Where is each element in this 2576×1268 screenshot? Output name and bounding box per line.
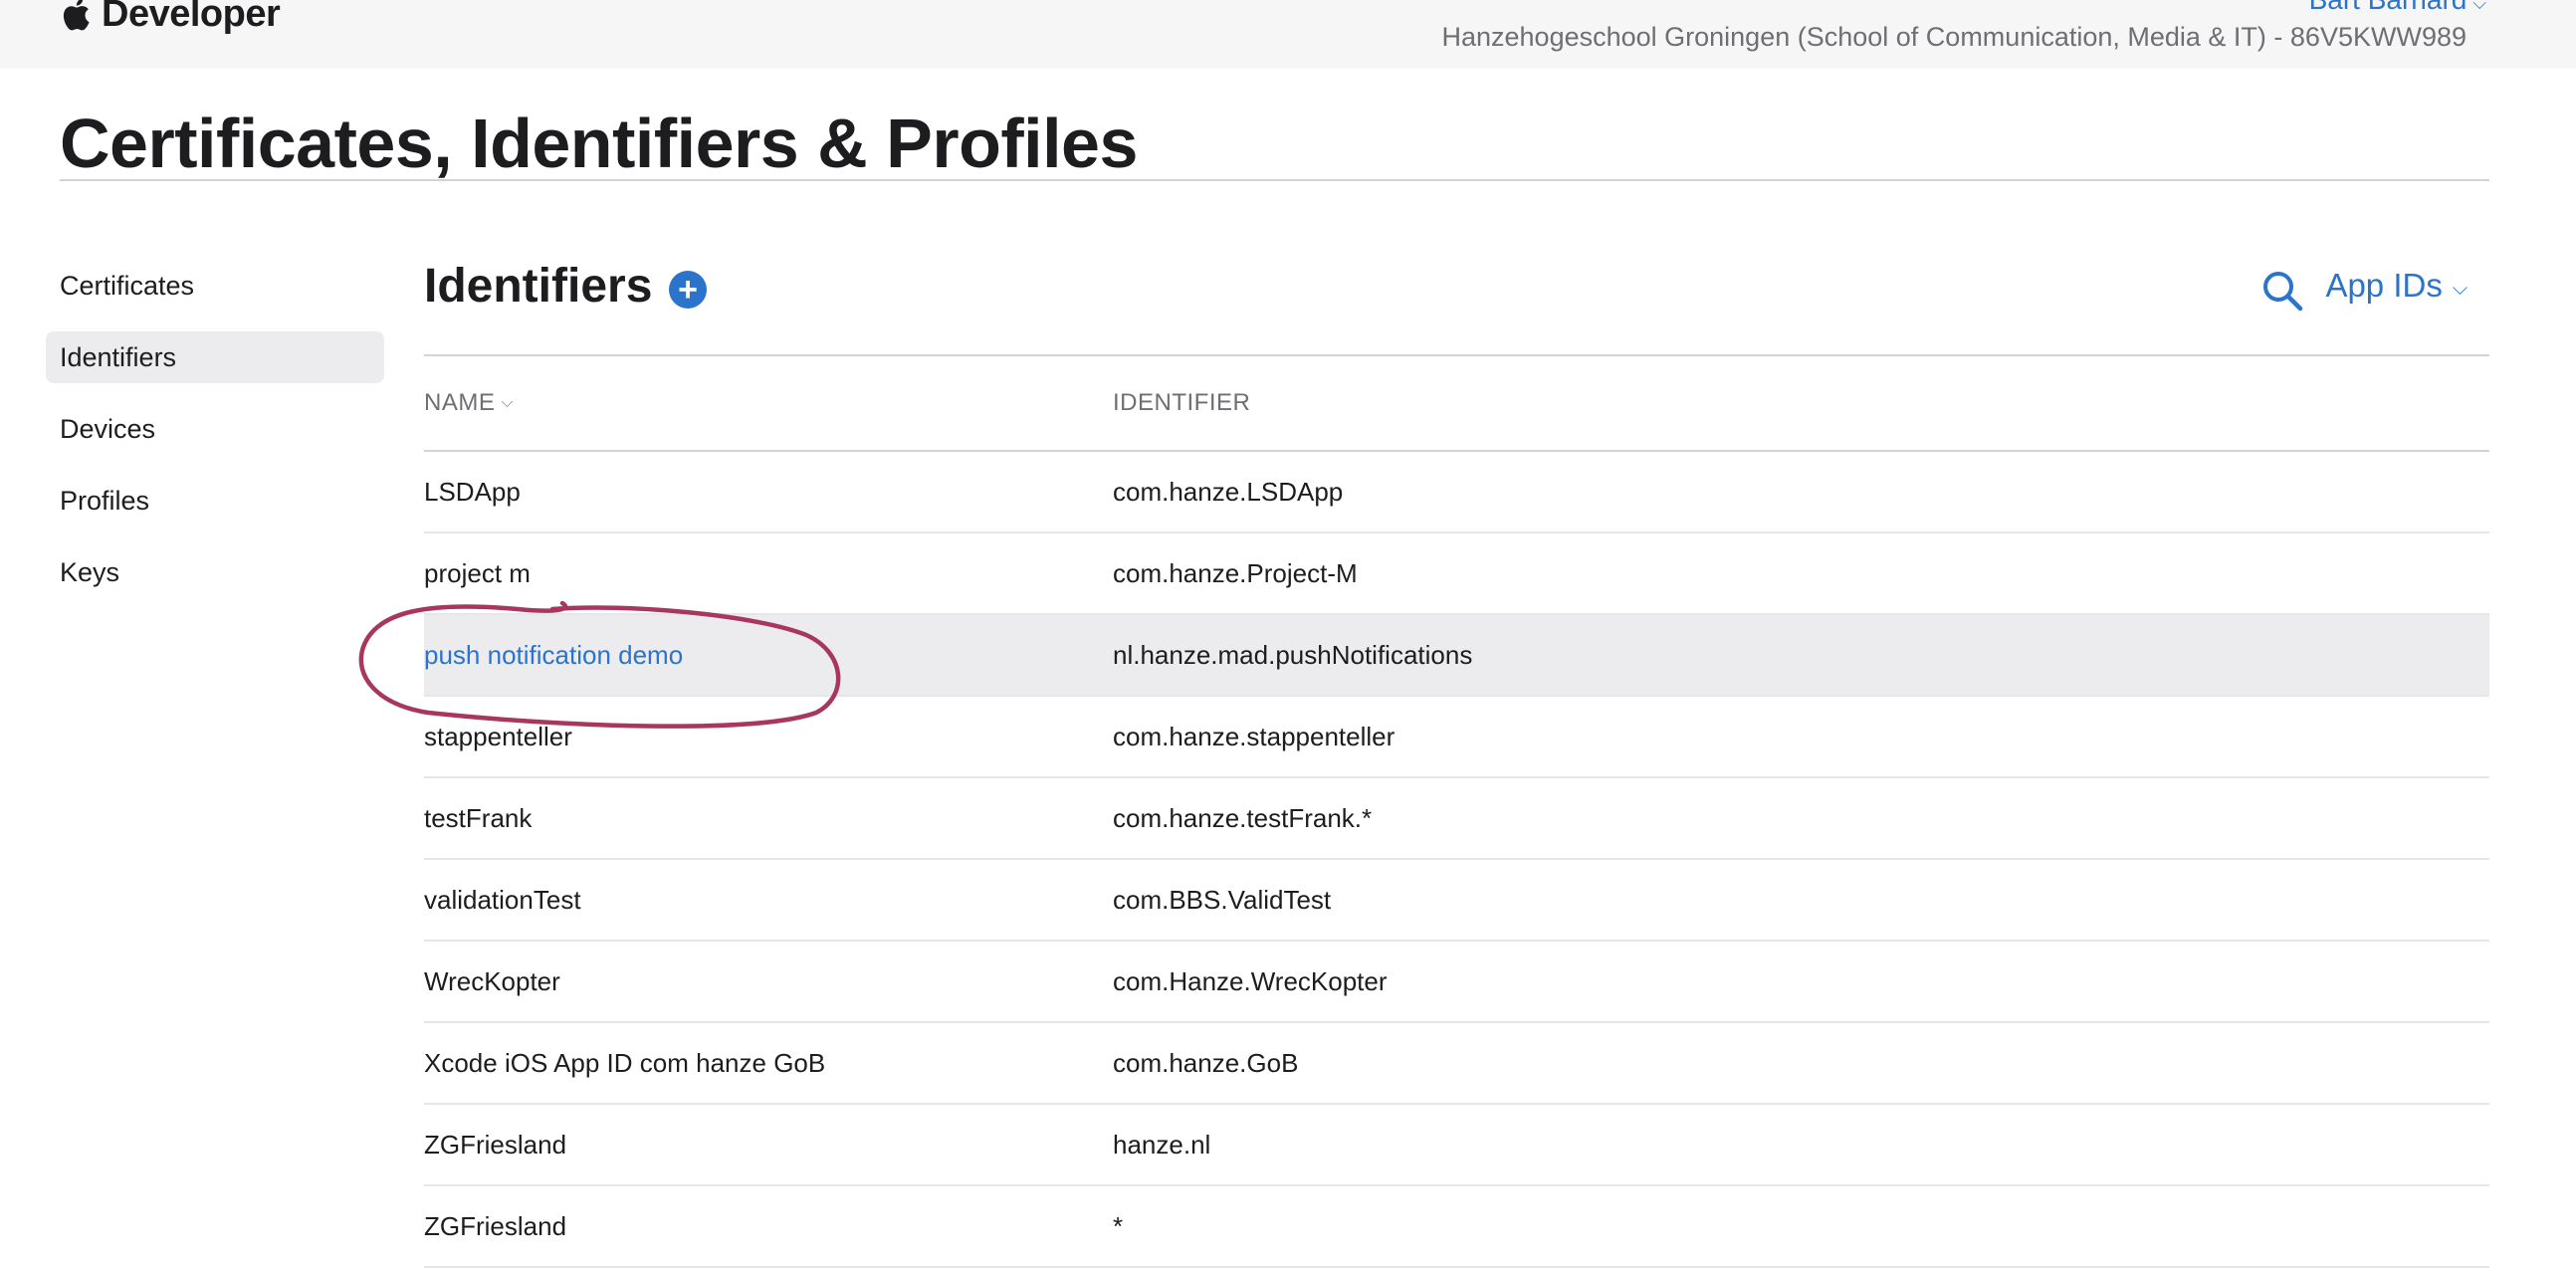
table-row[interactable]: LSDApp com.hanze.LSDApp: [424, 452, 2489, 533]
row-name: project m: [424, 557, 531, 588]
row-name-link[interactable]: push notification demo: [424, 640, 1113, 671]
table-row[interactable]: validationTest com.BBS.ValidTest: [424, 860, 2489, 942]
row-identifier: com.hanze.GoB: [1113, 1047, 1299, 1078]
sidebar-item-profiles[interactable]: Profiles: [46, 475, 384, 527]
account-menu[interactable]: Bart Barnard ⌵: [2309, 0, 2486, 16]
sidebar-item-devices[interactable]: Devices: [46, 403, 384, 455]
table-row[interactable]: Xcode iOS App ID com hanze GoB com.hanze…: [424, 1023, 2489, 1105]
chevron-down-icon: ⌵: [2472, 0, 2486, 13]
chevron-down-icon: ⌵: [2452, 277, 2468, 300]
table-row[interactable]: stappenteller com.hanze.stappenteller: [424, 697, 2489, 778]
page-title: Certificates, Identifiers & Profiles: [60, 105, 1138, 182]
sidebar-item-certificates[interactable]: Certificates: [46, 260, 384, 312]
row-name: LSDApp: [424, 476, 521, 507]
row-identifier: com.BBS.ValidTest: [1113, 884, 1332, 915]
row-name: testFrank: [424, 802, 533, 833]
name-column-header[interactable]: NAME ⌵: [424, 389, 1113, 417]
global-header: Developer Bart Barnard ⌵ Hanzehogeschool …: [0, 0, 2576, 69]
row-identifier: com.Hanze.WrecKopter: [1113, 965, 1388, 996]
table-row[interactable]: ZGFriesland hanze.nl: [424, 1105, 2489, 1186]
title-divider: [60, 179, 2489, 181]
row-identifier: com.hanze.stappenteller: [1113, 721, 1395, 751]
row-name: Xcode iOS App ID com hanze GoB: [424, 1047, 826, 1078]
row-name: WrecKopter: [424, 965, 560, 996]
sort-chevron-icon: ⌵: [501, 394, 514, 411]
row-name: stappenteller: [424, 721, 572, 751]
table-row[interactable]: project m com.hanze.Project-M: [424, 533, 2489, 615]
table-row[interactable]: ZGFriesland *: [424, 1186, 2489, 1268]
row-identifier: com.hanze.LSDApp: [1113, 476, 1344, 507]
table-header: NAME ⌵ IDENTIFIER: [424, 356, 2489, 452]
section-title: Identifiers: [424, 260, 653, 313]
filter-label: App IDs: [2325, 267, 2443, 304]
user-name-label: Bart Barnard: [2309, 0, 2468, 15]
add-icon: +: [678, 271, 698, 309]
identifiers-panel: Identifiers + App IDs ⌵ NAME ⌵ IDENTIFIER …: [424, 249, 2489, 1268]
row-identifier: com.hanze.Project-M: [1113, 557, 1358, 588]
sidebar-nav: Certificates Identifiers Devices Profile…: [46, 260, 384, 618]
row-identifier: *: [1113, 1210, 1124, 1241]
name-column-label: NAME: [424, 389, 496, 416]
add-identifier-button[interactable]: +: [669, 271, 707, 309]
sidebar-item-identifiers[interactable]: Identifiers: [46, 331, 384, 383]
developer-brand-link[interactable]: Developer: [62, 0, 281, 36]
apple-logo-icon: [63, 0, 90, 31]
identifiers-table: NAME ⌵ IDENTIFIER LSDApp com.hanze.LSDApp…: [424, 356, 2489, 1268]
sidebar-item-keys[interactable]: Keys: [46, 546, 384, 598]
row-identifier: com.hanze.testFrank.*: [1113, 802, 1373, 833]
search-icon[interactable]: [2260, 269, 2304, 313]
team-name: Hanzehogeschool Groningen (School of Com…: [1441, 22, 2467, 52]
app-ids-filter[interactable]: App IDs ⌵: [2325, 267, 2468, 305]
table-row[interactable]: testFrank com.hanze.testFrank.*: [424, 778, 2489, 860]
row-name: validationTest: [424, 884, 581, 915]
row-name: ZGFriesland: [424, 1129, 567, 1160]
section-header: Identifiers + App IDs ⌵: [424, 249, 2489, 356]
row-identifier: nl.hanze.mad.pushNotifications: [1113, 639, 1473, 670]
table-row-selected[interactable]: push notification demo nl.hanze.mad.push…: [424, 615, 2489, 697]
table-row[interactable]: WrecKopter com.Hanze.WrecKopter: [424, 942, 2489, 1023]
row-identifier: hanze.nl: [1113, 1129, 1211, 1160]
brand-label: Developer: [102, 0, 281, 35]
row-name: ZGFriesland: [424, 1210, 567, 1241]
identifier-column-header: IDENTIFIER: [1113, 389, 1251, 416]
